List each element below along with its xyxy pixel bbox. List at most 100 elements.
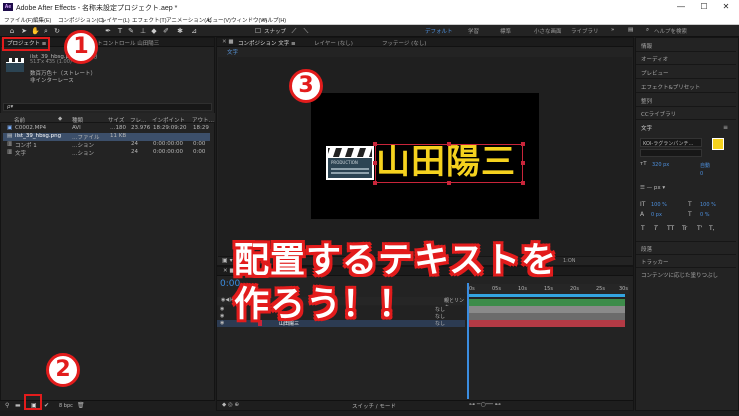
transform-handle[interactable] xyxy=(521,161,525,165)
col-fps[interactable]: フレ… xyxy=(130,116,147,124)
panel-cc-libraries[interactable]: CCライブラリ xyxy=(641,110,676,118)
panel-menu-icon[interactable]: ≡ xyxy=(723,124,728,131)
menu-composition[interactable]: コンポジション(C) xyxy=(58,16,104,24)
col-type[interactable]: 種類 xyxy=(72,116,83,124)
panel-align[interactable]: 整列 xyxy=(641,97,652,105)
brush-tool-icon[interactable]: ✎ xyxy=(127,27,135,35)
workspace-default[interactable]: デフォルト xyxy=(425,27,453,35)
transform-handle[interactable] xyxy=(373,181,377,185)
help-search-icon[interactable]: ⌕ xyxy=(646,27,649,34)
pin-tool-icon[interactable]: ⊿ xyxy=(190,27,198,35)
all-caps-button[interactable]: TT xyxy=(667,225,674,232)
close-button[interactable]: ✕ xyxy=(716,1,736,13)
transform-handle[interactable] xyxy=(447,181,451,185)
project-search-input[interactable]: ρ▾ xyxy=(3,103,212,111)
layer-bar-green[interactable] xyxy=(469,299,625,306)
snap-checkbox[interactable]: ☐ xyxy=(254,27,262,35)
switch-mode-toggle[interactable]: スイッチ / モード xyxy=(352,402,396,410)
font-family-select[interactable]: KOI-ラグランパンチ… xyxy=(640,138,702,147)
faux-bold-button[interactable]: T xyxy=(641,225,645,232)
col-out-point[interactable]: アウト… xyxy=(192,116,214,124)
trash-icon[interactable]: 🗑 xyxy=(77,402,85,409)
puppet-tool-icon[interactable]: ✱ xyxy=(176,27,184,35)
menu-view[interactable]: ビュー(V) xyxy=(207,16,231,24)
help-search-input[interactable]: ヘルプを検索 xyxy=(654,27,687,35)
project-row-comp1[interactable]: ▥ コンポ 1 …ション 24 0:00:00:00 0:00 xyxy=(3,141,210,149)
work-area-bar[interactable] xyxy=(468,294,625,297)
font-style-select[interactable] xyxy=(640,149,702,157)
vertical-scale-value[interactable]: 100 % xyxy=(651,202,667,208)
selection-tool-icon[interactable]: ➤ xyxy=(20,27,28,35)
transform-handle[interactable] xyxy=(447,142,451,146)
rotate-tool-icon[interactable]: ↻ xyxy=(53,27,61,35)
parent-select[interactable]: なし xyxy=(435,306,445,313)
visibility-icon[interactable]: ◉ xyxy=(220,313,224,319)
timeline-options-icon[interactable]: ◆ ◎ ⊕ xyxy=(222,402,239,408)
horizontal-scale-value[interactable]: 100 % xyxy=(700,202,716,208)
panel-character[interactable]: 文字 xyxy=(641,124,652,132)
transform-handle[interactable] xyxy=(521,181,525,185)
clapperboard-logo[interactable]: PRODUCTION xyxy=(326,146,374,180)
transform-handle[interactable] xyxy=(373,142,377,146)
type-tool-icon[interactable]: T xyxy=(116,27,124,35)
transform-handle[interactable] xyxy=(373,161,377,165)
faux-italic-button[interactable]: T xyxy=(654,225,658,232)
maximize-button[interactable]: ☐ xyxy=(694,1,714,13)
project-row-png[interactable]: ▤ ilst_39_hbsg.png …ファイル 11 KB xyxy=(3,133,210,141)
panel-content-aware-fill[interactable]: コンテンツに応じた塗りつぶし xyxy=(641,271,718,279)
bpc-label[interactable]: 8 bpc xyxy=(59,403,73,409)
col-size[interactable]: サイズ xyxy=(108,116,124,124)
small-caps-button[interactable]: Tr xyxy=(682,225,687,232)
panel-paragraph[interactable]: 段落 xyxy=(641,245,652,253)
stamp-tool-icon[interactable]: ⊥ xyxy=(139,27,147,35)
interpret-footage-icon[interactable]: ⚲ xyxy=(5,402,9,409)
project-row-c0002[interactable]: ▣ C0002.MP4 AVI …180 23.976 18:29:09:20 … xyxy=(3,125,210,133)
tag-icon[interactable]: ◆ xyxy=(58,116,62,122)
project-row-moji[interactable]: ▥ 文字 …ション 24 0:00:00:00 0:00 xyxy=(3,149,210,157)
panel-info[interactable]: 情報 xyxy=(641,42,652,50)
menu-edit[interactable]: 編集(E) xyxy=(33,16,51,24)
font-size-value[interactable]: 320 px xyxy=(652,162,669,168)
fill-color-swatch[interactable] xyxy=(712,138,724,150)
menu-layer[interactable]: レイヤー(L) xyxy=(101,16,130,24)
workspace-libraries[interactable]: ライブラリ xyxy=(571,27,599,35)
new-folder-icon[interactable]: ▬ xyxy=(15,402,21,409)
minimize-button[interactable]: — xyxy=(671,1,691,13)
breadcrumb[interactable]: 文字 xyxy=(227,48,238,56)
close-tab-icon[interactable]: ✕ ■ xyxy=(222,39,234,45)
superscript-button[interactable]: T' xyxy=(697,225,702,232)
panel-audio[interactable]: オーディオ xyxy=(641,55,668,63)
layer-bar-gray[interactable] xyxy=(469,313,625,320)
zoom-tool-icon[interactable]: ⌕ xyxy=(42,27,50,35)
leading-value[interactable]: 自動 xyxy=(700,162,710,169)
hand-tool-icon[interactable]: ✋ xyxy=(31,27,40,35)
transform-handle[interactable] xyxy=(521,142,525,146)
visibility-icon[interactable]: ◉ xyxy=(220,306,224,312)
magnification-icon[interactable]: ▣ ▾ xyxy=(222,257,233,264)
baseline-value[interactable]: 0 px xyxy=(651,212,662,218)
panel-effects-presets[interactable]: エフェクト&プリセット xyxy=(641,83,700,91)
subscript-button[interactable]: T, xyxy=(709,225,715,232)
workspace-small-screen[interactable]: 小さな画面 xyxy=(534,27,562,35)
close-tab-icon[interactable]: ✕ ■ xyxy=(223,268,235,274)
view-count-label[interactable]: 1:ON xyxy=(563,258,576,264)
menu-effect[interactable]: エフェクト(T) xyxy=(132,16,167,24)
workspace-standard[interactable]: 標準 xyxy=(500,27,511,35)
pen-tool-icon[interactable]: ✒ xyxy=(104,27,112,35)
parent-select[interactable]: なし xyxy=(435,313,445,320)
zoom-slider[interactable]: ⊶ ─○── ⊷ xyxy=(469,401,501,408)
adjust-settings-icon[interactable]: ✔ xyxy=(44,402,49,409)
roto-tool-icon[interactable]: ✐ xyxy=(162,27,170,35)
menu-file[interactable]: ファイル(F) xyxy=(4,16,33,24)
menu-help[interactable]: ヘルプ(H) xyxy=(262,16,286,24)
col-name[interactable]: 名前 xyxy=(14,116,25,124)
tab-composition[interactable]: コンポジション 文字 ≡ xyxy=(238,39,296,47)
tab-footage[interactable]: フッテージ (なし) xyxy=(382,39,426,47)
tsume-value[interactable]: 0 % xyxy=(700,212,710,218)
panel-preview[interactable]: プレビュー xyxy=(641,69,669,77)
eraser-tool-icon[interactable]: ◆ xyxy=(150,27,158,35)
menu-animation[interactable]: アニメーション(A) xyxy=(166,16,212,24)
home-icon[interactable]: ⌂ xyxy=(8,27,16,35)
workspace-learn[interactable]: 学習 xyxy=(468,27,479,35)
workspace-menu-icon[interactable]: ▤ xyxy=(628,27,633,33)
